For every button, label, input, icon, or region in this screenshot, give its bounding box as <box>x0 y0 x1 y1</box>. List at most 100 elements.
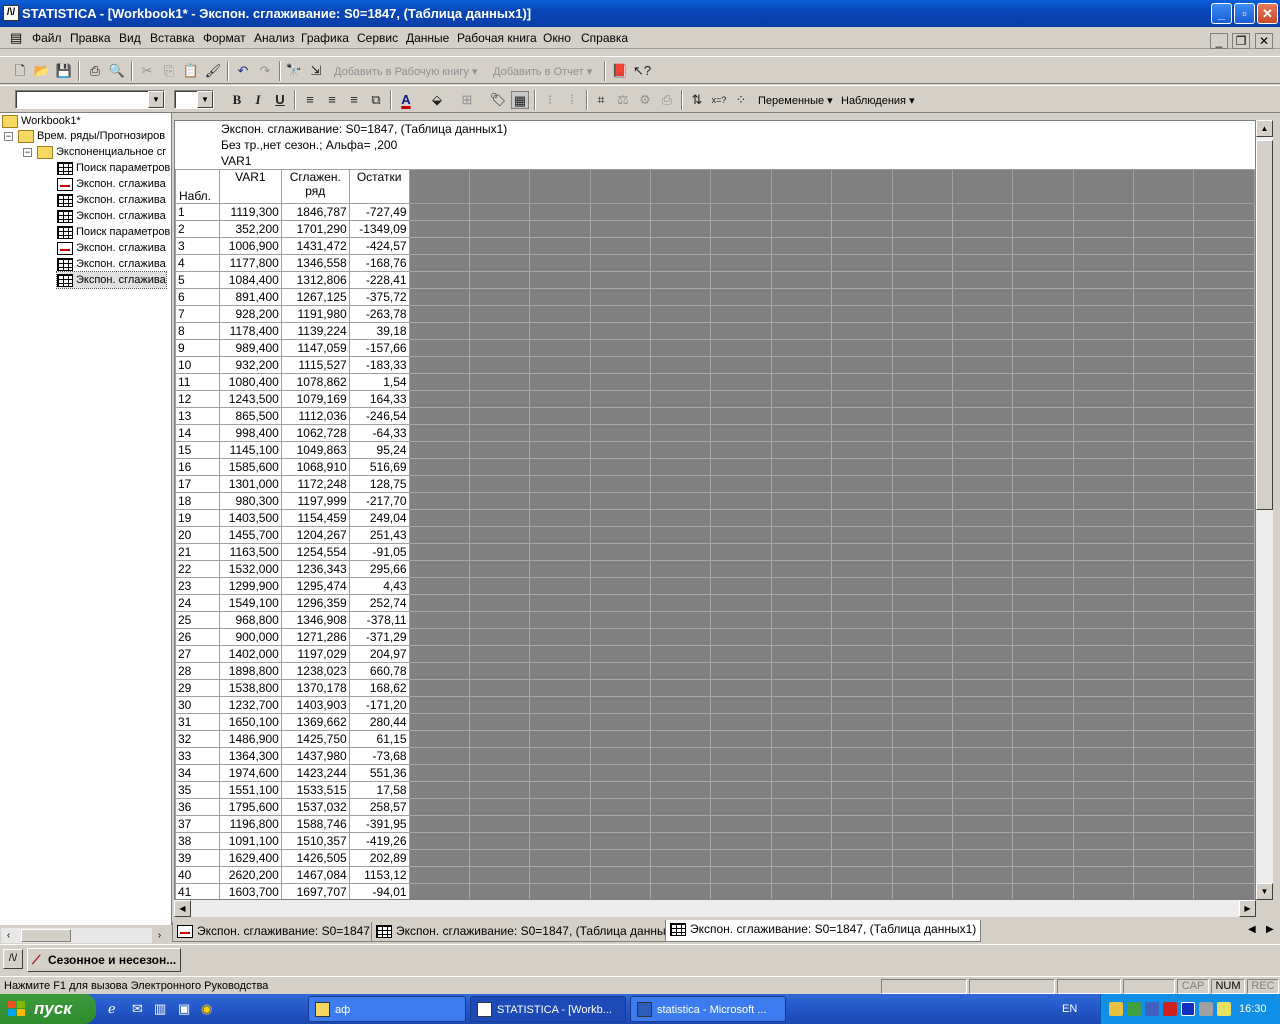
data-cell[interactable]: 1533,515 <box>280 781 350 799</box>
row-number[interactable]: 14 <box>175 424 220 442</box>
data-cell[interactable]: 1079,169 <box>280 390 350 408</box>
row-number[interactable]: 6 <box>175 288 220 306</box>
data-cell[interactable]: 980,300 <box>218 492 282 510</box>
data-cell[interactable]: 295,66 <box>348 560 410 578</box>
data-cell[interactable]: 1068,910 <box>280 458 350 476</box>
data-cell[interactable]: -391,95 <box>348 815 410 833</box>
data-cell[interactable]: 516,69 <box>348 458 410 476</box>
format-painter-icon[interactable]: 🖌 <box>204 62 222 80</box>
data-cell[interactable]: 1455,700 <box>218 526 282 544</box>
copy-icon[interactable]: ⎘ <box>160 62 178 80</box>
data-cell[interactable]: 1403,903 <box>280 696 350 714</box>
tray-icon[interactable] <box>1127 1002 1141 1016</box>
data-cell[interactable]: 1312,806 <box>280 271 350 289</box>
row-number[interactable]: 17 <box>175 475 220 493</box>
cut-icon[interactable]: ✂ <box>138 62 156 80</box>
new-icon[interactable]: 🗋 <box>11 62 29 80</box>
data-cell[interactable]: -94,01 <box>348 883 410 899</box>
save-icon[interactable]: 💾 <box>55 62 73 80</box>
menu-format[interactable]: Формат <box>203 31 246 45</box>
data-cell[interactable]: 1898,800 <box>218 662 282 680</box>
print-icon[interactable]: ⎙ <box>86 62 104 80</box>
row-number[interactable]: 20 <box>175 526 220 544</box>
data-cell[interactable]: 1402,000 <box>218 645 282 663</box>
data-cell[interactable]: 1532,000 <box>218 560 282 578</box>
task-statistica[interactable]: STATISTICA - [Workb... <box>470 996 626 1022</box>
scroll-thumb[interactable] <box>1256 140 1273 510</box>
desktop-icon[interactable]: ▥ <box>154 1001 166 1017</box>
row-number[interactable]: 11 <box>175 373 220 391</box>
chevron-down-icon[interactable]: ▼ <box>197 91 213 108</box>
goto-icon[interactable]: ⇲ <box>307 62 325 80</box>
filter-missing-icon[interactable]: x=? <box>710 91 728 109</box>
print-data-icon[interactable]: ⎙ <box>658 91 676 109</box>
statistica-app-icon[interactable]: /\/ <box>3 949 23 969</box>
menu-data[interactable]: Данные <box>406 31 449 45</box>
row-number[interactable]: 34 <box>175 764 220 782</box>
data-cell[interactable]: 1629,400 <box>218 849 282 867</box>
data-cell[interactable]: 1049,863 <box>280 441 350 459</box>
data-cell[interactable]: 1163,500 <box>218 543 282 561</box>
data-cell[interactable]: 1191,980 <box>280 305 350 323</box>
data-cell[interactable]: 1588,746 <box>280 815 350 833</box>
data-cell[interactable]: 1585,600 <box>218 458 282 476</box>
tree-item[interactable]: Экспон. сглажива <box>57 176 166 192</box>
data-cell[interactable]: 164,33 <box>348 390 410 408</box>
menu-insert[interactable]: Вставка <box>150 31 195 45</box>
tree-root[interactable]: Workbook1* <box>2 113 81 129</box>
tree-node-time-series[interactable]: Врем. ряды/Прогнозиров <box>18 128 165 144</box>
collapse-icon[interactable]: − <box>4 132 13 141</box>
data-cell[interactable]: 1147,059 <box>280 339 350 357</box>
row-number[interactable]: 25 <box>175 611 220 629</box>
print-preview-icon[interactable]: 🔍 <box>108 62 126 80</box>
data-cell[interactable]: 1346,558 <box>280 254 350 272</box>
data-cell[interactable]: 1295,474 <box>280 577 350 595</box>
data-cell[interactable]: 1084,400 <box>218 271 282 289</box>
language-indicator[interactable]: EN <box>1062 1003 1077 1015</box>
tree-item[interactable]: Экспон. сглажива <box>57 208 166 224</box>
data-cell[interactable]: 1301,000 <box>218 475 282 493</box>
tree-item[interactable]: Экспон. сглажива <box>57 192 166 208</box>
row-number[interactable]: 31 <box>175 713 220 731</box>
data-cell[interactable]: 1236,343 <box>280 560 350 578</box>
menu-tools[interactable]: Сервис <box>357 31 398 45</box>
scroll-down-icon[interactable]: ▼ <box>1256 883 1273 900</box>
data-cell[interactable]: 1177,800 <box>218 254 282 272</box>
row-number[interactable]: 23 <box>175 577 220 595</box>
maximize-button[interactable]: ▫ <box>1234 3 1255 24</box>
data-cell[interactable]: 280,44 <box>348 713 410 731</box>
row-number[interactable]: 28 <box>175 662 220 680</box>
tab-scroll-left-icon[interactable]: ◀ <box>1248 924 1256 935</box>
tray-icon[interactable] <box>1145 1002 1159 1016</box>
tree-item-selected[interactable]: Экспон. сглажива <box>56 271 167 289</box>
row-number[interactable]: 8 <box>175 322 220 340</box>
menu-analysis[interactable]: Анализ <box>254 31 295 45</box>
align-left-icon[interactable]: ≡ <box>301 91 319 109</box>
data-cell[interactable]: 1062,728 <box>280 424 350 442</box>
data-cell[interactable]: -727,49 <box>348 203 410 221</box>
data-cell[interactable]: -228,41 <box>348 271 410 289</box>
data-cell[interactable]: 1271,286 <box>280 628 350 646</box>
row-number[interactable]: 37 <box>175 815 220 833</box>
align-center-icon[interactable]: ≡ <box>323 91 341 109</box>
column-header[interactable]: Сглажен. ряд <box>280 169 350 204</box>
tab-graph[interactable]: Экспон. сглаживание: S0=1847, <box>172 922 379 942</box>
data-cell[interactable]: 1701,290 <box>280 220 350 238</box>
data-cell[interactable]: 258,57 <box>348 798 410 816</box>
sheet-horizontal-scrollbar[interactable]: ◀ ▶ <box>174 900 1256 917</box>
tree-item[interactable]: Экспон. сглажива <box>57 256 166 272</box>
data-cell[interactable]: 1549,100 <box>218 594 282 612</box>
media-icon[interactable]: ◉ <box>201 1001 212 1017</box>
row-number[interactable]: 15 <box>175 441 220 459</box>
row-number[interactable]: 5 <box>175 271 220 289</box>
data-cell[interactable]: 1172,248 <box>280 475 350 493</box>
font-color-icon[interactable]: A <box>397 91 415 109</box>
row-number[interactable]: 21 <box>175 543 220 561</box>
tab-sheet[interactable]: Экспон. сглаживание: S0=1847, (Таблица д… <box>371 922 688 942</box>
cell-format-icon[interactable]: ⧉ <box>367 91 385 109</box>
data-cell[interactable]: 865,500 <box>218 407 282 425</box>
row-number[interactable]: 27 <box>175 645 220 663</box>
data-cell[interactable]: 1974,600 <box>218 764 282 782</box>
borders-icon[interactable]: ⊞ <box>458 91 476 109</box>
find-icon[interactable]: 🔭 <box>285 62 303 80</box>
